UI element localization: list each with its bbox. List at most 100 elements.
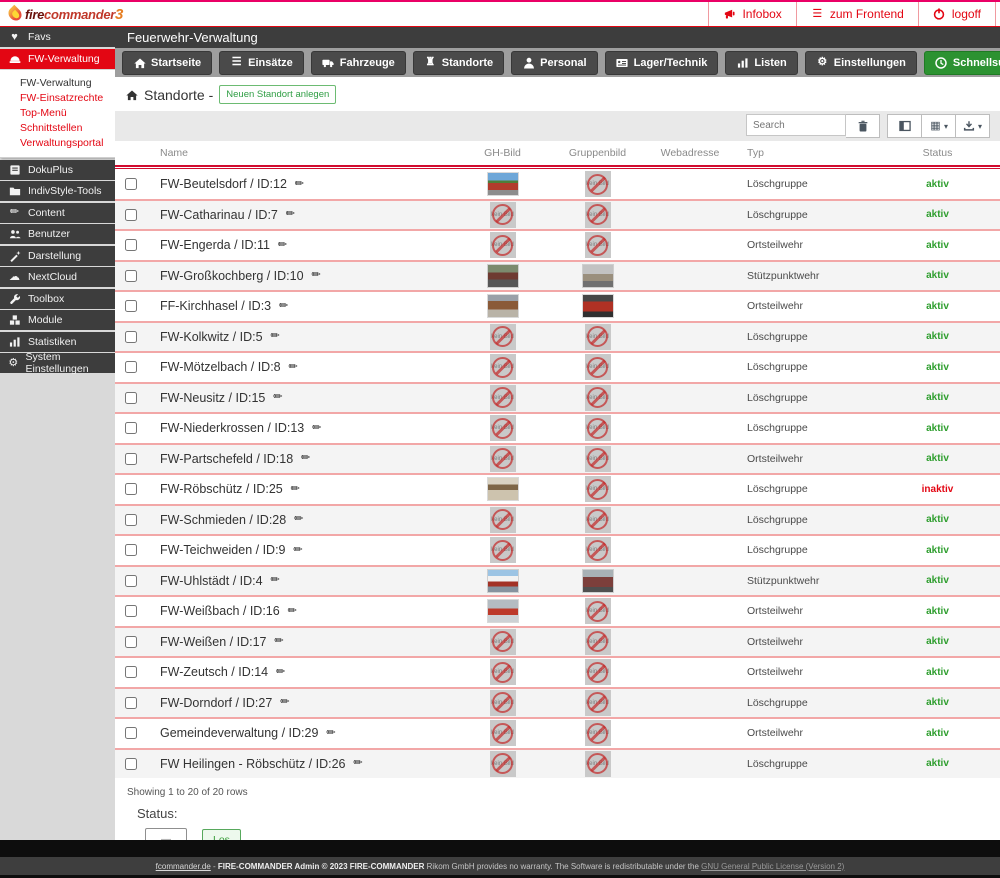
sidebar-item-benutzer[interactable]: Benutzer <box>0 224 115 244</box>
sidebar-item-fw-verwaltung[interactable]: FW-Verwaltung <box>0 48 115 69</box>
sidebar-subitem-fw-einsatzrechte[interactable]: FW-Einsatzrechte <box>0 90 115 105</box>
sidebar-item-system-einstellungen[interactable]: ⚙ System Einstellungen <box>0 351 115 375</box>
pencil-icon[interactable]: ✏ <box>287 361 300 374</box>
footer-domain-link[interactable]: fcommander.de <box>156 862 211 871</box>
pencil-icon[interactable]: ✏ <box>271 391 284 404</box>
zum-frontend-link[interactable]: ☰ zum Frontend <box>795 2 918 26</box>
pencil-icon[interactable]: ✏ <box>352 757 365 770</box>
sidebar-subitem-schnittstellen[interactable]: Schnittstellen <box>0 120 115 135</box>
sidebar-item-darstellung[interactable]: Darstellung <box>0 245 115 266</box>
row-checkbox[interactable] <box>125 483 137 496</box>
row-checkbox[interactable] <box>125 513 137 526</box>
infobox-link[interactable]: Infobox <box>708 2 796 26</box>
row-checkbox[interactable] <box>125 361 137 374</box>
pencil-icon[interactable]: ✏ <box>299 452 312 465</box>
sidebar-item-module[interactable]: Module <box>0 310 115 330</box>
tab-einstellungen[interactable]: ⚙ Einstellungen <box>804 50 917 75</box>
row-checkbox[interactable] <box>125 300 137 313</box>
column-header-gh-bild: GH-Bild <box>484 147 521 159</box>
sidebar-subitem-fw-verwaltung[interactable]: FW-Verwaltung <box>0 75 115 90</box>
tab-lager-technik[interactable]: Lager/Technik <box>604 50 719 75</box>
tab-label: Personal <box>540 56 587 69</box>
pencil-icon[interactable]: ✏ <box>310 422 323 435</box>
sidebar-item-statistiken[interactable]: Statistiken <box>0 331 115 352</box>
clear-search-button[interactable] <box>846 114 880 138</box>
tab-eins-tze[interactable]: ☰ Einsätze <box>219 50 304 75</box>
tab-fahrzeuge[interactable]: Fahrzeuge <box>310 50 406 75</box>
row-checkbox[interactable] <box>125 757 137 770</box>
no-image-label: kein Bild <box>586 425 609 432</box>
tab-standorte[interactable]: ♜ Standorte <box>412 50 505 75</box>
tab-listen[interactable]: Listen <box>725 50 798 75</box>
footer: fcommander.de - FIRE-COMMANDER Admin © 2… <box>0 840 1000 878</box>
pencil-icon[interactable]: ✏ <box>292 513 305 526</box>
row-checkbox[interactable] <box>125 178 137 191</box>
sidebar-item-favs[interactable]: ♥ Favs <box>0 27 115 47</box>
pencil-icon[interactable]: ✏ <box>293 178 306 191</box>
row-checkbox[interactable] <box>125 391 137 404</box>
footer-license-link[interactable]: GNU General Public License (Version 2) <box>701 862 844 871</box>
table-row: FW-Dorndorf / ID:27 ✏ kein Bild kein Bild Lö… <box>115 686 1000 717</box>
row-checkbox[interactable] <box>125 544 137 557</box>
tab-schnellsuche[interactable]: Schnellsuche <box>923 50 1000 75</box>
zum-frontend-label: zum Frontend <box>829 7 904 21</box>
pencil-icon[interactable]: ✏ <box>284 208 297 221</box>
sidebar-subitem-label: Verwaltungsportal <box>20 136 104 149</box>
tab-label: Lager/Technik <box>633 56 708 69</box>
sidebar-subitem-top-men[interactable]: Top-Menü <box>0 105 115 120</box>
sidebar-subitem-verwaltungsportal[interactable]: Verwaltungsportal <box>0 135 115 150</box>
content-area: Standorte - Neuen Standort anlegen Searc… <box>115 77 1000 851</box>
no-image-label: kein Bild <box>586 394 609 401</box>
pencil-icon[interactable]: ✏ <box>310 269 323 282</box>
export-dropdown-button[interactable]: ▾ <box>956 114 990 138</box>
pane-icon <box>898 120 911 133</box>
row-checkbox[interactable] <box>125 452 137 465</box>
logoff-link[interactable]: logoff <box>917 2 996 26</box>
table-row: Gemeindeverwaltung / ID:29 ✏ kein Bild kein… <box>115 717 1000 748</box>
page-title: Standorte - <box>144 86 214 103</box>
columns-dropdown-button[interactable]: ▦ ▾ <box>922 114 956 138</box>
row-checkbox[interactable] <box>125 330 137 343</box>
sidebar-item-nextcloud[interactable]: ☁ NextCloud <box>0 267 115 287</box>
row-checkbox[interactable] <box>125 422 137 435</box>
sidebar: ♥ Favs FW-Verwaltung FW-Verwaltung FW-Einsat… <box>0 27 115 840</box>
row-checkbox[interactable] <box>125 605 137 618</box>
row-checkbox[interactable] <box>125 727 137 740</box>
row-checkbox[interactable] <box>125 574 137 587</box>
pencil-icon[interactable]: ✏ <box>324 727 337 740</box>
table-row: FW-Weißen / ID:17 ✏ kein Bild kein Bild Orts… <box>115 625 1000 656</box>
logo[interactable]: firecommander3 <box>0 2 123 26</box>
sidebar-item-indivstyle-tools[interactable]: IndivStyle-Tools <box>0 181 115 201</box>
sidebar-item-toolbox[interactable]: Toolbox <box>0 288 115 309</box>
tab-personal[interactable]: Personal <box>511 50 598 75</box>
pencil-icon[interactable]: ✏ <box>269 330 282 343</box>
pencil-icon[interactable]: ✏ <box>277 300 290 313</box>
pencil-icon[interactable]: ✏ <box>274 666 287 679</box>
sidebar-subitem-label: FW-Verwaltung <box>20 76 92 89</box>
sidebar-item-content[interactable]: ✏ Content <box>0 202 115 223</box>
pencil-icon[interactable]: ✏ <box>278 696 291 709</box>
row-checkbox[interactable] <box>125 269 137 282</box>
footer-bar: fcommander.de - FIRE-COMMANDER Admin © 2… <box>0 857 1000 875</box>
row-checkbox[interactable] <box>125 208 137 221</box>
pencil-icon[interactable]: ✏ <box>273 635 286 648</box>
pencil-icon[interactable]: ✏ <box>292 544 305 557</box>
logoff-label: logoff <box>951 7 981 21</box>
pencil-icon[interactable]: ✏ <box>269 574 282 587</box>
sidebar-item-dokuplus[interactable]: DokuPlus <box>0 159 115 180</box>
pencil-icon[interactable]: ✏ <box>289 483 302 496</box>
no-image-label: kein Bild <box>491 211 514 218</box>
search-input[interactable] <box>746 114 846 136</box>
tab-startseite[interactable]: Startseite <box>122 50 213 75</box>
no-image-placeholder: kein Bild <box>584 354 611 381</box>
new-standort-button[interactable]: Neuen Standort anlegen <box>219 85 337 104</box>
row-checkbox[interactable] <box>125 635 137 648</box>
row-checkbox[interactable] <box>125 239 137 252</box>
row-checkbox[interactable] <box>125 666 137 679</box>
toggle-view-button[interactable] <box>887 114 922 138</box>
pencil-icon[interactable]: ✏ <box>286 605 299 618</box>
pencil-icon[interactable]: ✏ <box>276 239 289 252</box>
row-checkbox[interactable] <box>125 696 137 709</box>
list-icon: ☰ <box>812 7 823 20</box>
no-image-label: kein Bild <box>491 638 514 645</box>
